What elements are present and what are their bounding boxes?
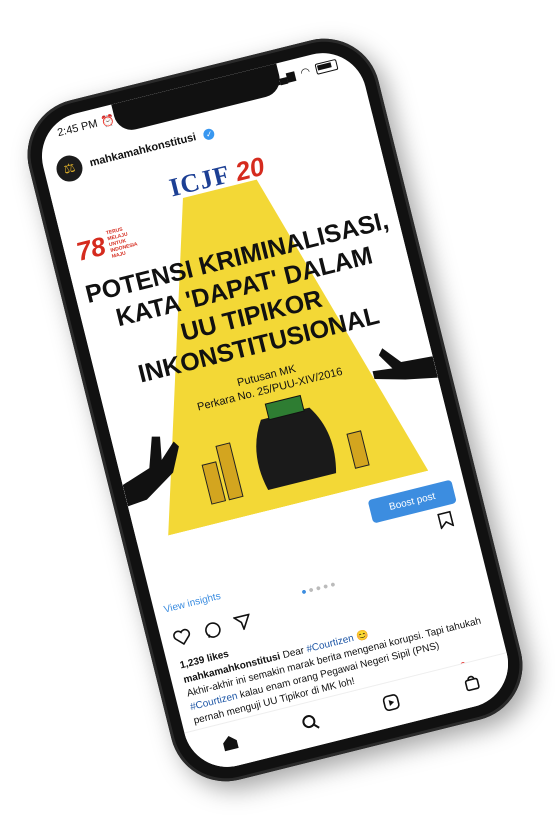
avatar[interactable]: ⚖ (53, 152, 86, 185)
post-image[interactable]: ICJF 20 78 TERUS MELAJU UNTUK INDONESIA … (50, 113, 460, 544)
bookmark-icon[interactable] (437, 510, 456, 535)
status-time: 2:45 PM (56, 117, 99, 140)
comment-icon[interactable] (203, 620, 225, 645)
home-icon[interactable] (219, 731, 242, 758)
search-icon[interactable] (299, 711, 322, 738)
verified-icon: ✓ (202, 127, 216, 141)
heart-icon[interactable] (172, 627, 195, 653)
brand-anniversary: 20 (232, 150, 268, 187)
share-icon[interactable] (232, 612, 255, 637)
phone-screen: 2:45 PM ⏰ ▂▄▆ ◠ ⚖ mahkamahkonstitusi ✓ I… (32, 43, 518, 777)
battery-icon (314, 58, 339, 75)
shop-icon[interactable] (460, 671, 483, 698)
reels-icon[interactable] (380, 691, 403, 718)
smile-emoji: 😊 (355, 629, 370, 643)
stage: 2:45 PM ⏰ ▂▄▆ ◠ ⚖ mahkamahkonstitusi ✓ I… (0, 0, 555, 823)
wifi-icon: ◠ (299, 65, 312, 80)
phone-frame: 2:45 PM ⏰ ▂▄▆ ◠ ⚖ mahkamahkonstitusi ✓ I… (15, 26, 535, 794)
